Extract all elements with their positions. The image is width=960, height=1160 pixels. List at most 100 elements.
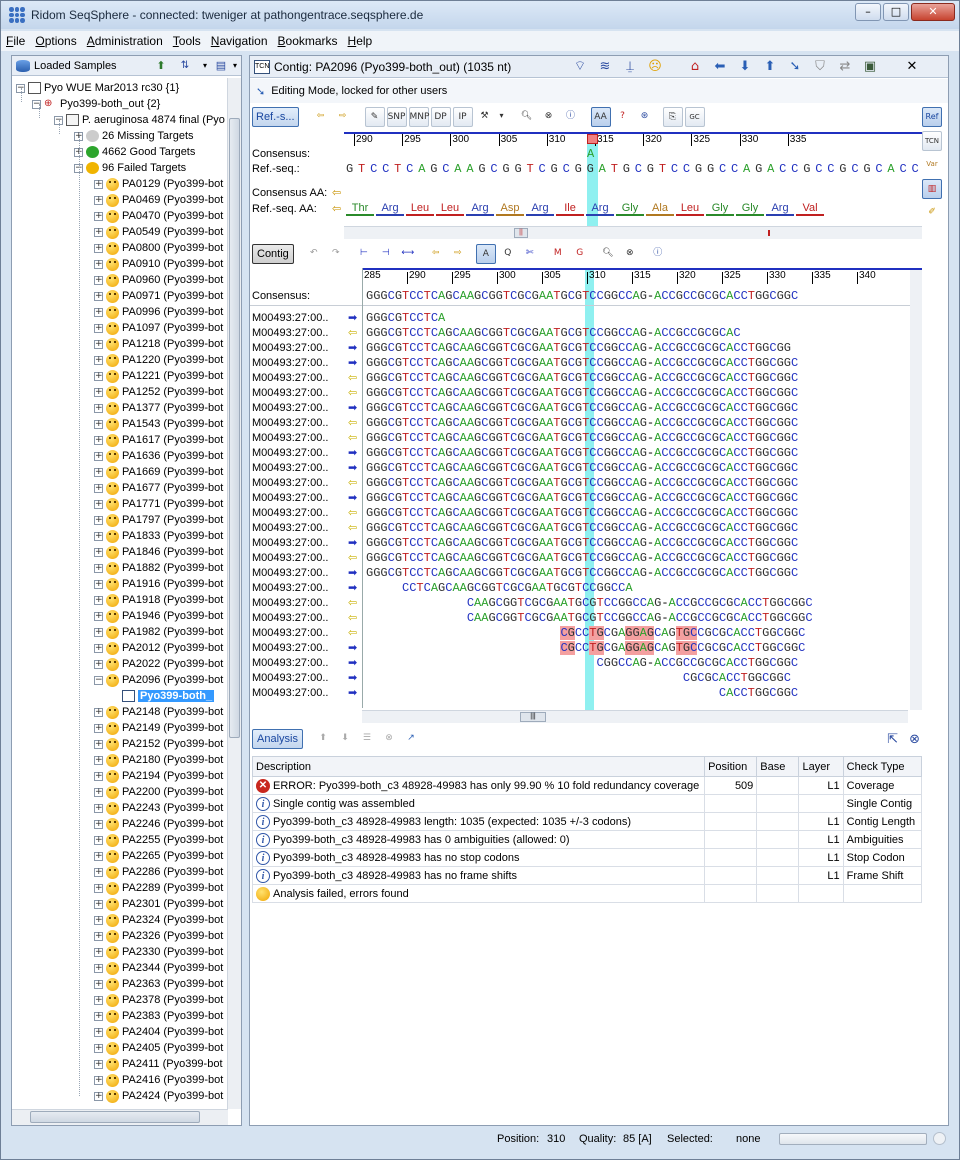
analysis-button[interactable]: Analysis bbox=[252, 729, 303, 749]
expand-icon[interactable]: + bbox=[94, 387, 103, 397]
view-dropdown-icon[interactable]: ▾ bbox=[226, 58, 244, 74]
edit-pencil-icon[interactable]: ✎ bbox=[364, 107, 385, 127]
expand-icon[interactable]: + bbox=[94, 275, 103, 285]
expand-icon[interactable]: + bbox=[94, 419, 103, 429]
tree-sample[interactable]: − ⊕ Pyo399-both_out {2} bbox=[32, 96, 160, 112]
tree-target[interactable]: + PA2152 (Pyo399-bot bbox=[94, 736, 223, 752]
read-label[interactable]: M00493:27:00.. bbox=[252, 567, 328, 579]
column-header[interactable]: Layer bbox=[798, 756, 844, 777]
contig-button[interactable]: Contig bbox=[252, 244, 294, 264]
expand-icon[interactable]: + bbox=[94, 931, 103, 941]
expand-icon[interactable]: + bbox=[94, 627, 103, 637]
tree-target[interactable]: + PA0910 (Pyo399-bot bbox=[94, 256, 223, 272]
tree-target[interactable]: + PA2148 (Pyo399-bot bbox=[94, 704, 223, 720]
contig-prev-icon[interactable]: ⇦ bbox=[426, 244, 446, 264]
analysis-row[interactable]: i Pyo399-both_c3 48928-49983 length: 1035… bbox=[251, 812, 923, 831]
expand-icon[interactable]: + bbox=[94, 963, 103, 973]
expand-icon[interactable]: + bbox=[94, 179, 103, 189]
read-label[interactable]: M00493:27:00.. bbox=[252, 507, 328, 519]
tree-target[interactable]: + PA2194 (Pyo399-bot bbox=[94, 768, 223, 784]
expand-icon[interactable]: + bbox=[94, 947, 103, 957]
tree-target[interactable]: + PA2255 (Pyo399-bot bbox=[94, 832, 223, 848]
expand-icon[interactable]: + bbox=[94, 339, 103, 349]
expand-icon[interactable]: + bbox=[94, 819, 103, 829]
jump-icon[interactable]: ➘ bbox=[785, 58, 805, 76]
undo-icon[interactable]: ↶ bbox=[304, 244, 324, 264]
tree-target[interactable]: + PA1377 (Pyo399-bot bbox=[94, 400, 223, 416]
read-label[interactable]: M00493:27:00.. bbox=[252, 492, 328, 504]
stop-codon-icon[interactable]: ? bbox=[613, 107, 633, 127]
expand-icon[interactable]: + bbox=[94, 1091, 103, 1101]
tree-selected-contig[interactable]: Pyo399-both_ bbox=[138, 690, 215, 702]
tree-target[interactable]: + PA2424 (Pyo399-bot bbox=[94, 1088, 223, 1104]
read-label[interactable]: M00493:27:00.. bbox=[252, 612, 328, 624]
tree-target[interactable]: + PA2022 (Pyo399-bot bbox=[94, 656, 223, 672]
expand-icon[interactable]: + bbox=[94, 867, 103, 877]
trim-icon[interactable]: ✄ bbox=[520, 244, 540, 264]
tree-target[interactable]: + PA2411 (Pyo399-bot bbox=[94, 1056, 223, 1072]
tools-icon[interactable]: ⚒ bbox=[475, 107, 495, 127]
expand-icon[interactable]: + bbox=[94, 739, 103, 749]
expand-icon[interactable]: + bbox=[94, 643, 103, 653]
menu-navigation[interactable]: Navigation bbox=[206, 34, 273, 48]
read-label[interactable]: M00493:27:00.. bbox=[252, 447, 328, 459]
tree-target[interactable]: + PA1543 (Pyo399-bot bbox=[94, 416, 223, 432]
expand-icon[interactable]: + bbox=[94, 723, 103, 733]
tree-target[interactable]: + PA0549 (Pyo399-bot bbox=[94, 224, 223, 240]
expand-icon[interactable]: + bbox=[94, 323, 103, 333]
contig-zoom-in-icon[interactable]: 🔍︎ bbox=[598, 244, 618, 264]
gc-icon[interactable]: GC bbox=[684, 107, 705, 127]
mnp-icon[interactable]: MNP bbox=[408, 107, 429, 127]
menu-options[interactable]: Options bbox=[30, 34, 81, 48]
mark-icon[interactable]: M bbox=[548, 244, 568, 264]
read-label[interactable]: M00493:27:00.. bbox=[252, 432, 328, 444]
tree-target[interactable]: + PA0469 (Pyo399-bot bbox=[94, 192, 223, 208]
expand-icon[interactable]: + bbox=[94, 995, 103, 1005]
export-icon[interactable]: ⎘ bbox=[662, 107, 683, 127]
sort-az-icon[interactable]: ⇅ bbox=[176, 58, 194, 74]
upload-icon[interactable]: ⬆ bbox=[152, 58, 170, 74]
tree-target[interactable]: + PA2246 (Pyo399-bot bbox=[94, 816, 223, 832]
tree-target[interactable]: + PA1669 (Pyo399-bot bbox=[94, 464, 223, 480]
tree-target[interactable]: + PA2012 (Pyo399-bot bbox=[94, 640, 223, 656]
tree-horizontal-scrollbar[interactable] bbox=[12, 1109, 228, 1125]
menu-bookmarks[interactable]: Bookmarks bbox=[273, 34, 343, 48]
minimize-button[interactable]: – bbox=[855, 3, 881, 21]
expand-icon[interactable]: + bbox=[94, 611, 103, 621]
expand-icon[interactable]: + bbox=[94, 531, 103, 541]
read-label[interactable]: M00493:27:00.. bbox=[252, 582, 328, 594]
analysis-export-icon[interactable]: ↗ bbox=[401, 729, 421, 749]
expand-icon[interactable]: + bbox=[94, 227, 103, 237]
expand-icon[interactable]: + bbox=[94, 1011, 103, 1021]
tree-target[interactable]: + PA2286 (Pyo399-bot bbox=[94, 864, 223, 880]
expand-icon[interactable]: + bbox=[94, 787, 103, 797]
antenna-icon[interactable]: ⌔ bbox=[570, 58, 590, 76]
expand-icon[interactable]: + bbox=[94, 1043, 103, 1053]
expand-icon[interactable]: + bbox=[94, 435, 103, 445]
column-header[interactable]: Check Type bbox=[842, 756, 923, 777]
tree-target[interactable]: + PA2326 (Pyo399-bot bbox=[94, 928, 223, 944]
close-window-button[interactable]: ✕ bbox=[911, 3, 955, 21]
tree-target[interactable]: − PA2096 (Pyo399-bot bbox=[94, 672, 223, 688]
menu-tools[interactable]: Tools bbox=[168, 34, 206, 48]
menu-help[interactable]: Help bbox=[343, 34, 378, 48]
tree-target[interactable]: + PA2383 (Pyo399-bot bbox=[94, 1008, 223, 1024]
prev-icon[interactable]: ⇦ bbox=[311, 107, 331, 127]
expand-icon[interactable]: + bbox=[94, 659, 103, 669]
tree-target[interactable]: + PA1221 (Pyo399-bot bbox=[94, 368, 223, 384]
tree-target[interactable]: + PA1916 (Pyo399-bot bbox=[94, 576, 223, 592]
status-smiley-icon[interactable]: ☹ bbox=[645, 58, 665, 76]
expand-icon[interactable]: + bbox=[94, 483, 103, 493]
read-label[interactable]: M00493:27:00.. bbox=[252, 537, 328, 549]
expand-icon[interactable]: + bbox=[94, 707, 103, 717]
tree-target[interactable]: + PA1833 (Pyo399-bot bbox=[94, 528, 223, 544]
tree-target[interactable]: + PA2289 (Pyo399-bot bbox=[94, 880, 223, 896]
expand-icon[interactable]: + bbox=[94, 515, 103, 525]
read-label[interactable]: M00493:27:00.. bbox=[252, 672, 328, 684]
tree-target[interactable]: + PA0470 (Pyo399-bot bbox=[94, 208, 223, 224]
close-analysis-icon[interactable]: ⊗ bbox=[909, 732, 920, 747]
expand-icon[interactable]: + bbox=[94, 451, 103, 461]
save-icon[interactable]: ▣ bbox=[860, 58, 880, 76]
tree-good-targets[interactable]: +4662 Good Targets bbox=[74, 144, 195, 160]
expand-icon[interactable]: + bbox=[94, 915, 103, 925]
